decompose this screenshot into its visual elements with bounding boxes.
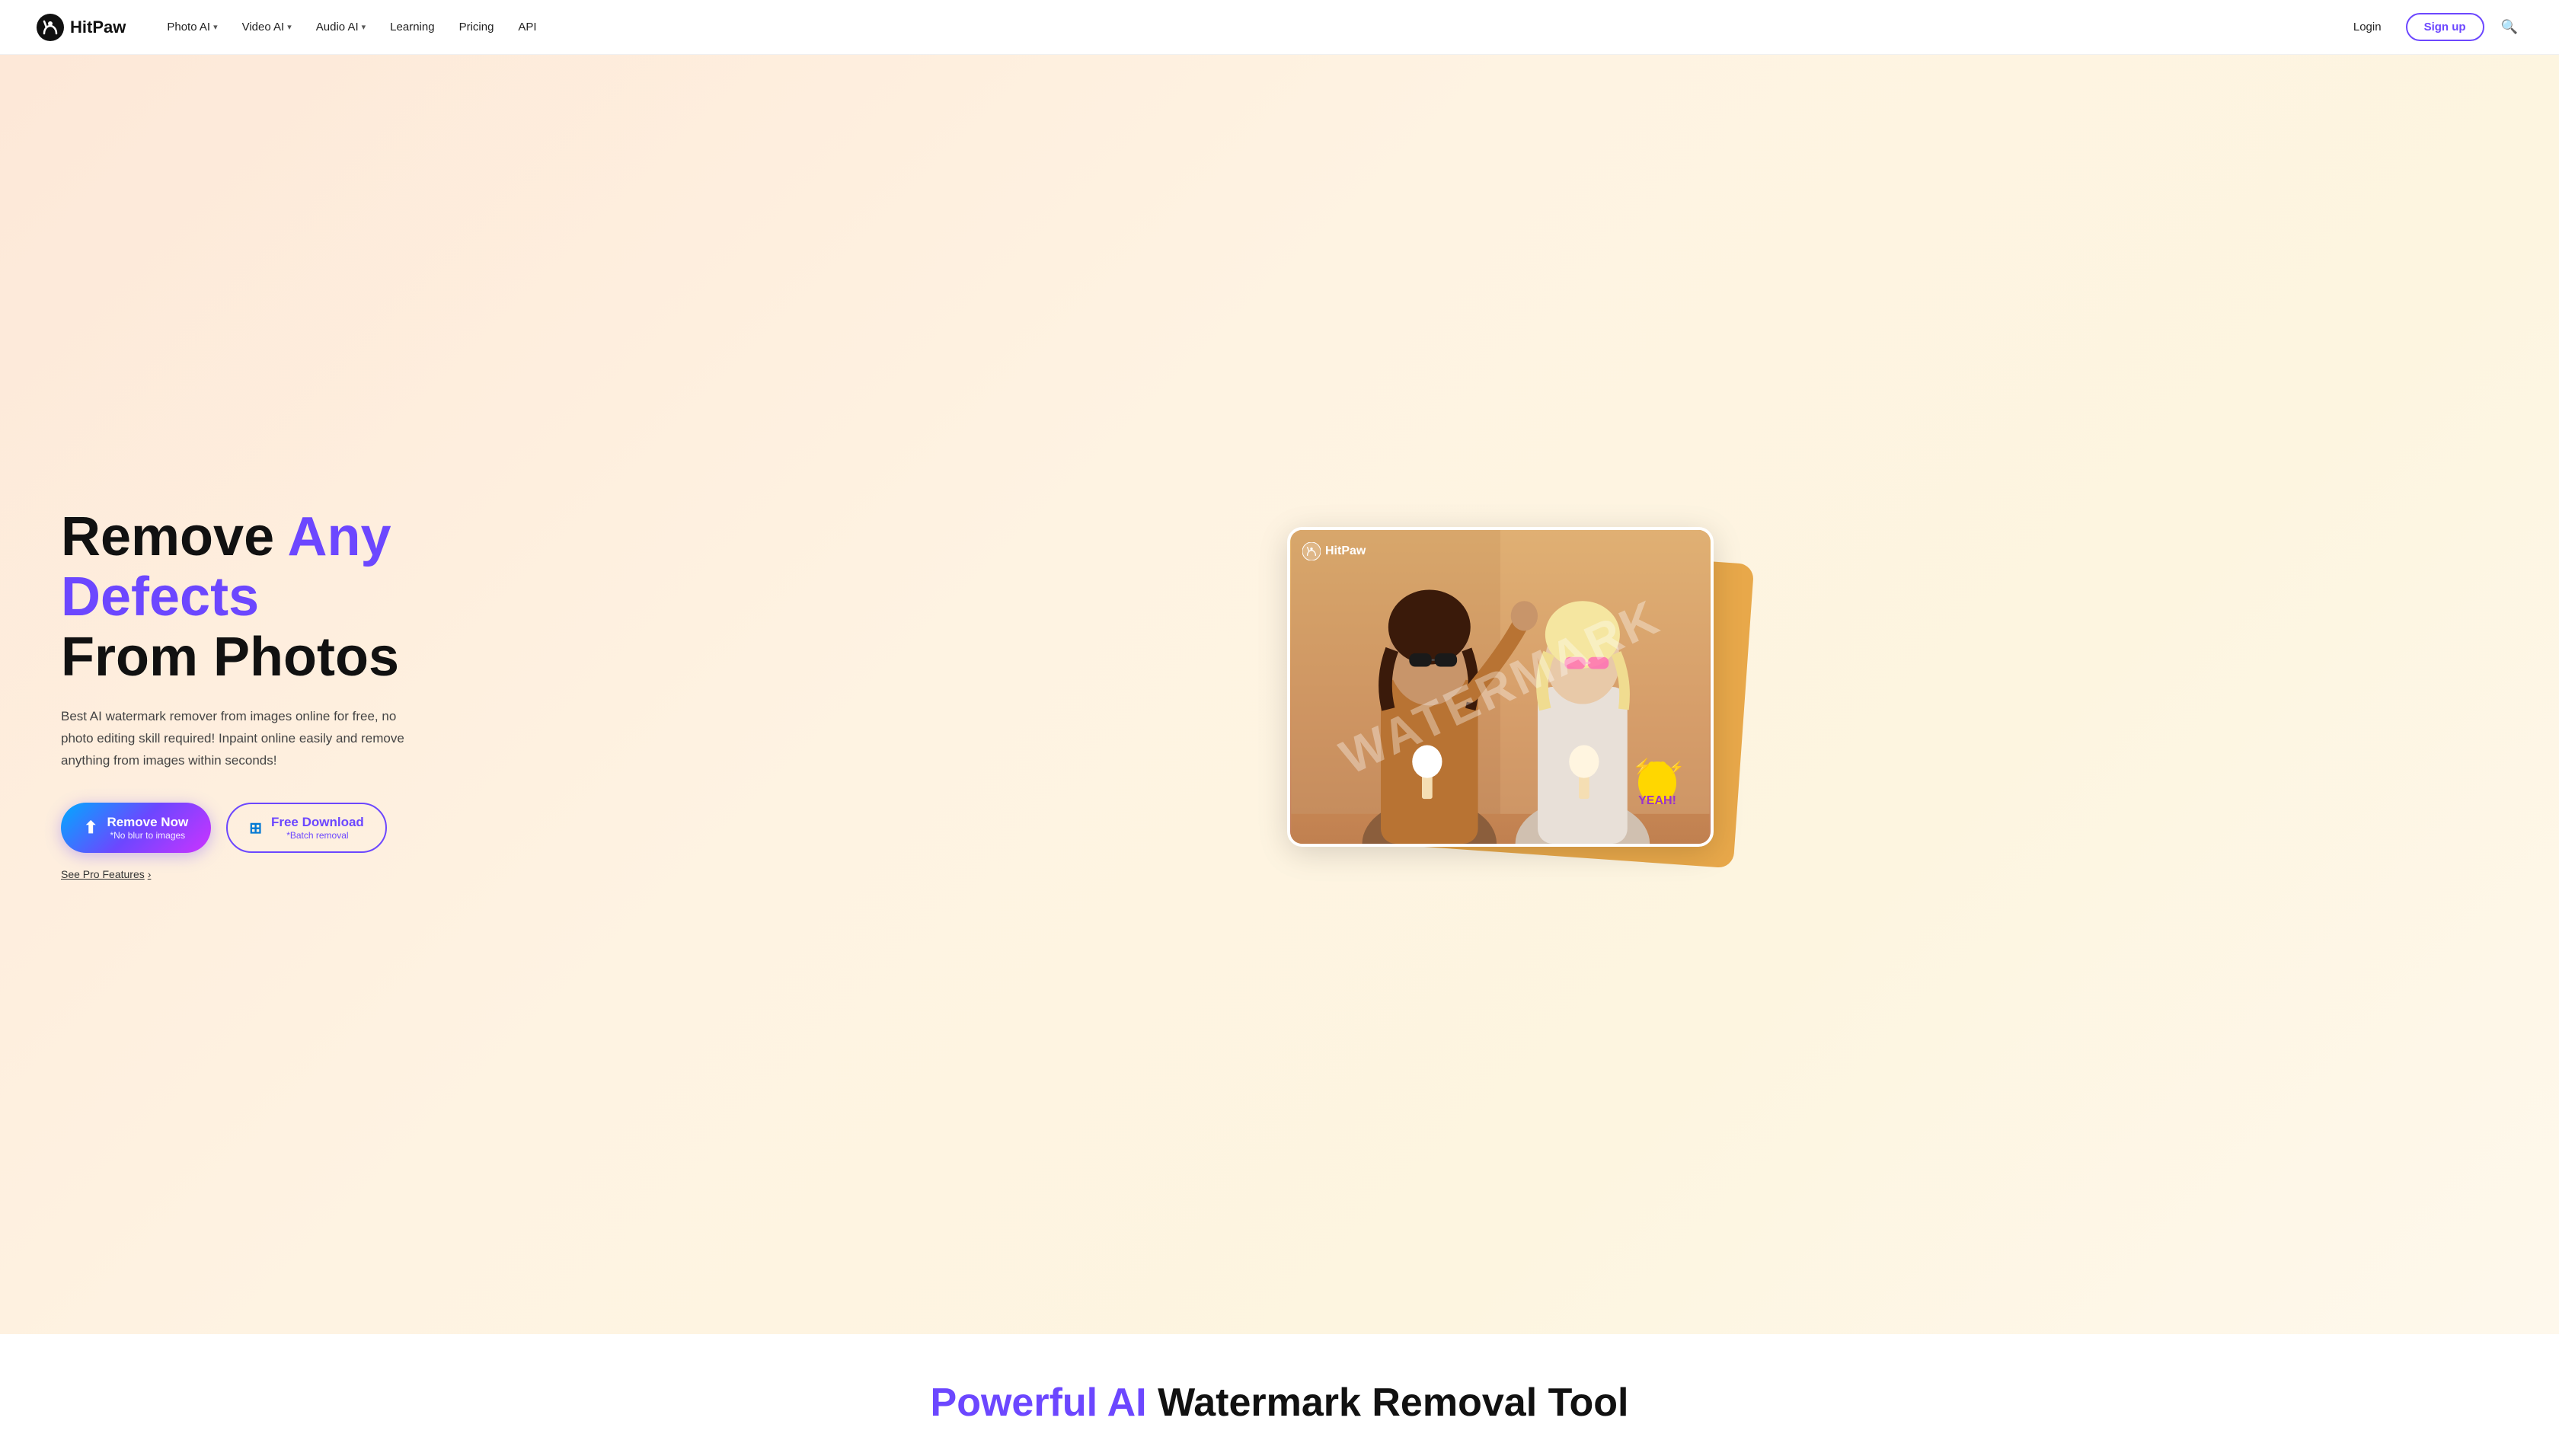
- chevron-down-icon: ▾: [213, 22, 218, 32]
- see-pro-features-link[interactable]: See Pro Features ›: [61, 868, 151, 880]
- hero-section: Remove Any Defects From Photos Best AI w…: [0, 55, 2559, 1334]
- search-icon[interactable]: 🔍: [2497, 14, 2522, 40]
- navigation: HitPaw Photo AI ▾ Video AI ▾ Audio AI ▾ …: [0, 0, 2559, 55]
- logo-icon: [37, 14, 64, 41]
- nav-item-video-ai[interactable]: Video AI ▾: [232, 14, 302, 40]
- bottom-section: Powerful AI Watermark Removal Tool: [0, 1334, 2559, 1456]
- nav-right: Login Sign up 🔍: [2341, 13, 2522, 41]
- hero-description: Best AI watermark remover from images on…: [61, 706, 426, 772]
- nav-item-api[interactable]: API: [507, 14, 547, 40]
- chevron-down-icon: ▾: [287, 22, 292, 32]
- hero-image-container: WATERMARK HitPaw: [1287, 527, 1729, 862]
- signup-button[interactable]: Sign up: [2406, 13, 2484, 41]
- sticker-emoji: ⚡ ⚡ YEAH!: [1627, 745, 1688, 813]
- login-button[interactable]: Login: [2341, 14, 2394, 40]
- windows-icon: ⊞: [249, 819, 262, 838]
- svg-text:⚡: ⚡: [1633, 757, 1652, 775]
- bottom-title: Powerful AI Watermark Removal Tool: [61, 1380, 2498, 1426]
- hero-title: Remove Any Defects From Photos: [61, 507, 518, 688]
- hero-right: WATERMARK HitPaw: [518, 504, 2498, 885]
- nav-item-pricing[interactable]: Pricing: [449, 14, 505, 40]
- hero-buttons: ⬆ Remove Now *No blur to images ⊞ Free D…: [61, 803, 518, 853]
- free-download-button[interactable]: ⊞ Free Download *Batch removal: [226, 803, 387, 853]
- nav-item-audio-ai[interactable]: Audio AI ▾: [305, 14, 376, 40]
- image-logo-icon: [1302, 542, 1321, 560]
- logo-text: HitPaw: [70, 18, 126, 37]
- svg-text:YEAH!: YEAH!: [1638, 794, 1676, 806]
- image-main-card: WATERMARK HitPaw: [1287, 527, 1714, 847]
- photo-background: WATERMARK HitPaw: [1290, 530, 1711, 844]
- image-logo: HitPaw: [1302, 542, 1366, 560]
- image-logo-label: HitPaw: [1325, 544, 1366, 558]
- remove-now-button[interactable]: ⬆ Remove Now *No blur to images: [61, 803, 211, 853]
- logo[interactable]: HitPaw: [37, 14, 126, 41]
- upload-icon: ⬆: [84, 818, 97, 838]
- yeah-sticker: ⚡ ⚡ YEAH!: [1627, 745, 1688, 806]
- chevron-down-icon: ▾: [362, 22, 366, 32]
- hero-left: Remove Any Defects From Photos Best AI w…: [61, 507, 518, 882]
- svg-text:⚡: ⚡: [1669, 760, 1684, 774]
- nav-links: Photo AI ▾ Video AI ▾ Audio AI ▾ Learnin…: [156, 14, 2341, 40]
- nav-item-learning[interactable]: Learning: [379, 14, 445, 40]
- nav-item-photo-ai[interactable]: Photo AI ▾: [156, 14, 228, 40]
